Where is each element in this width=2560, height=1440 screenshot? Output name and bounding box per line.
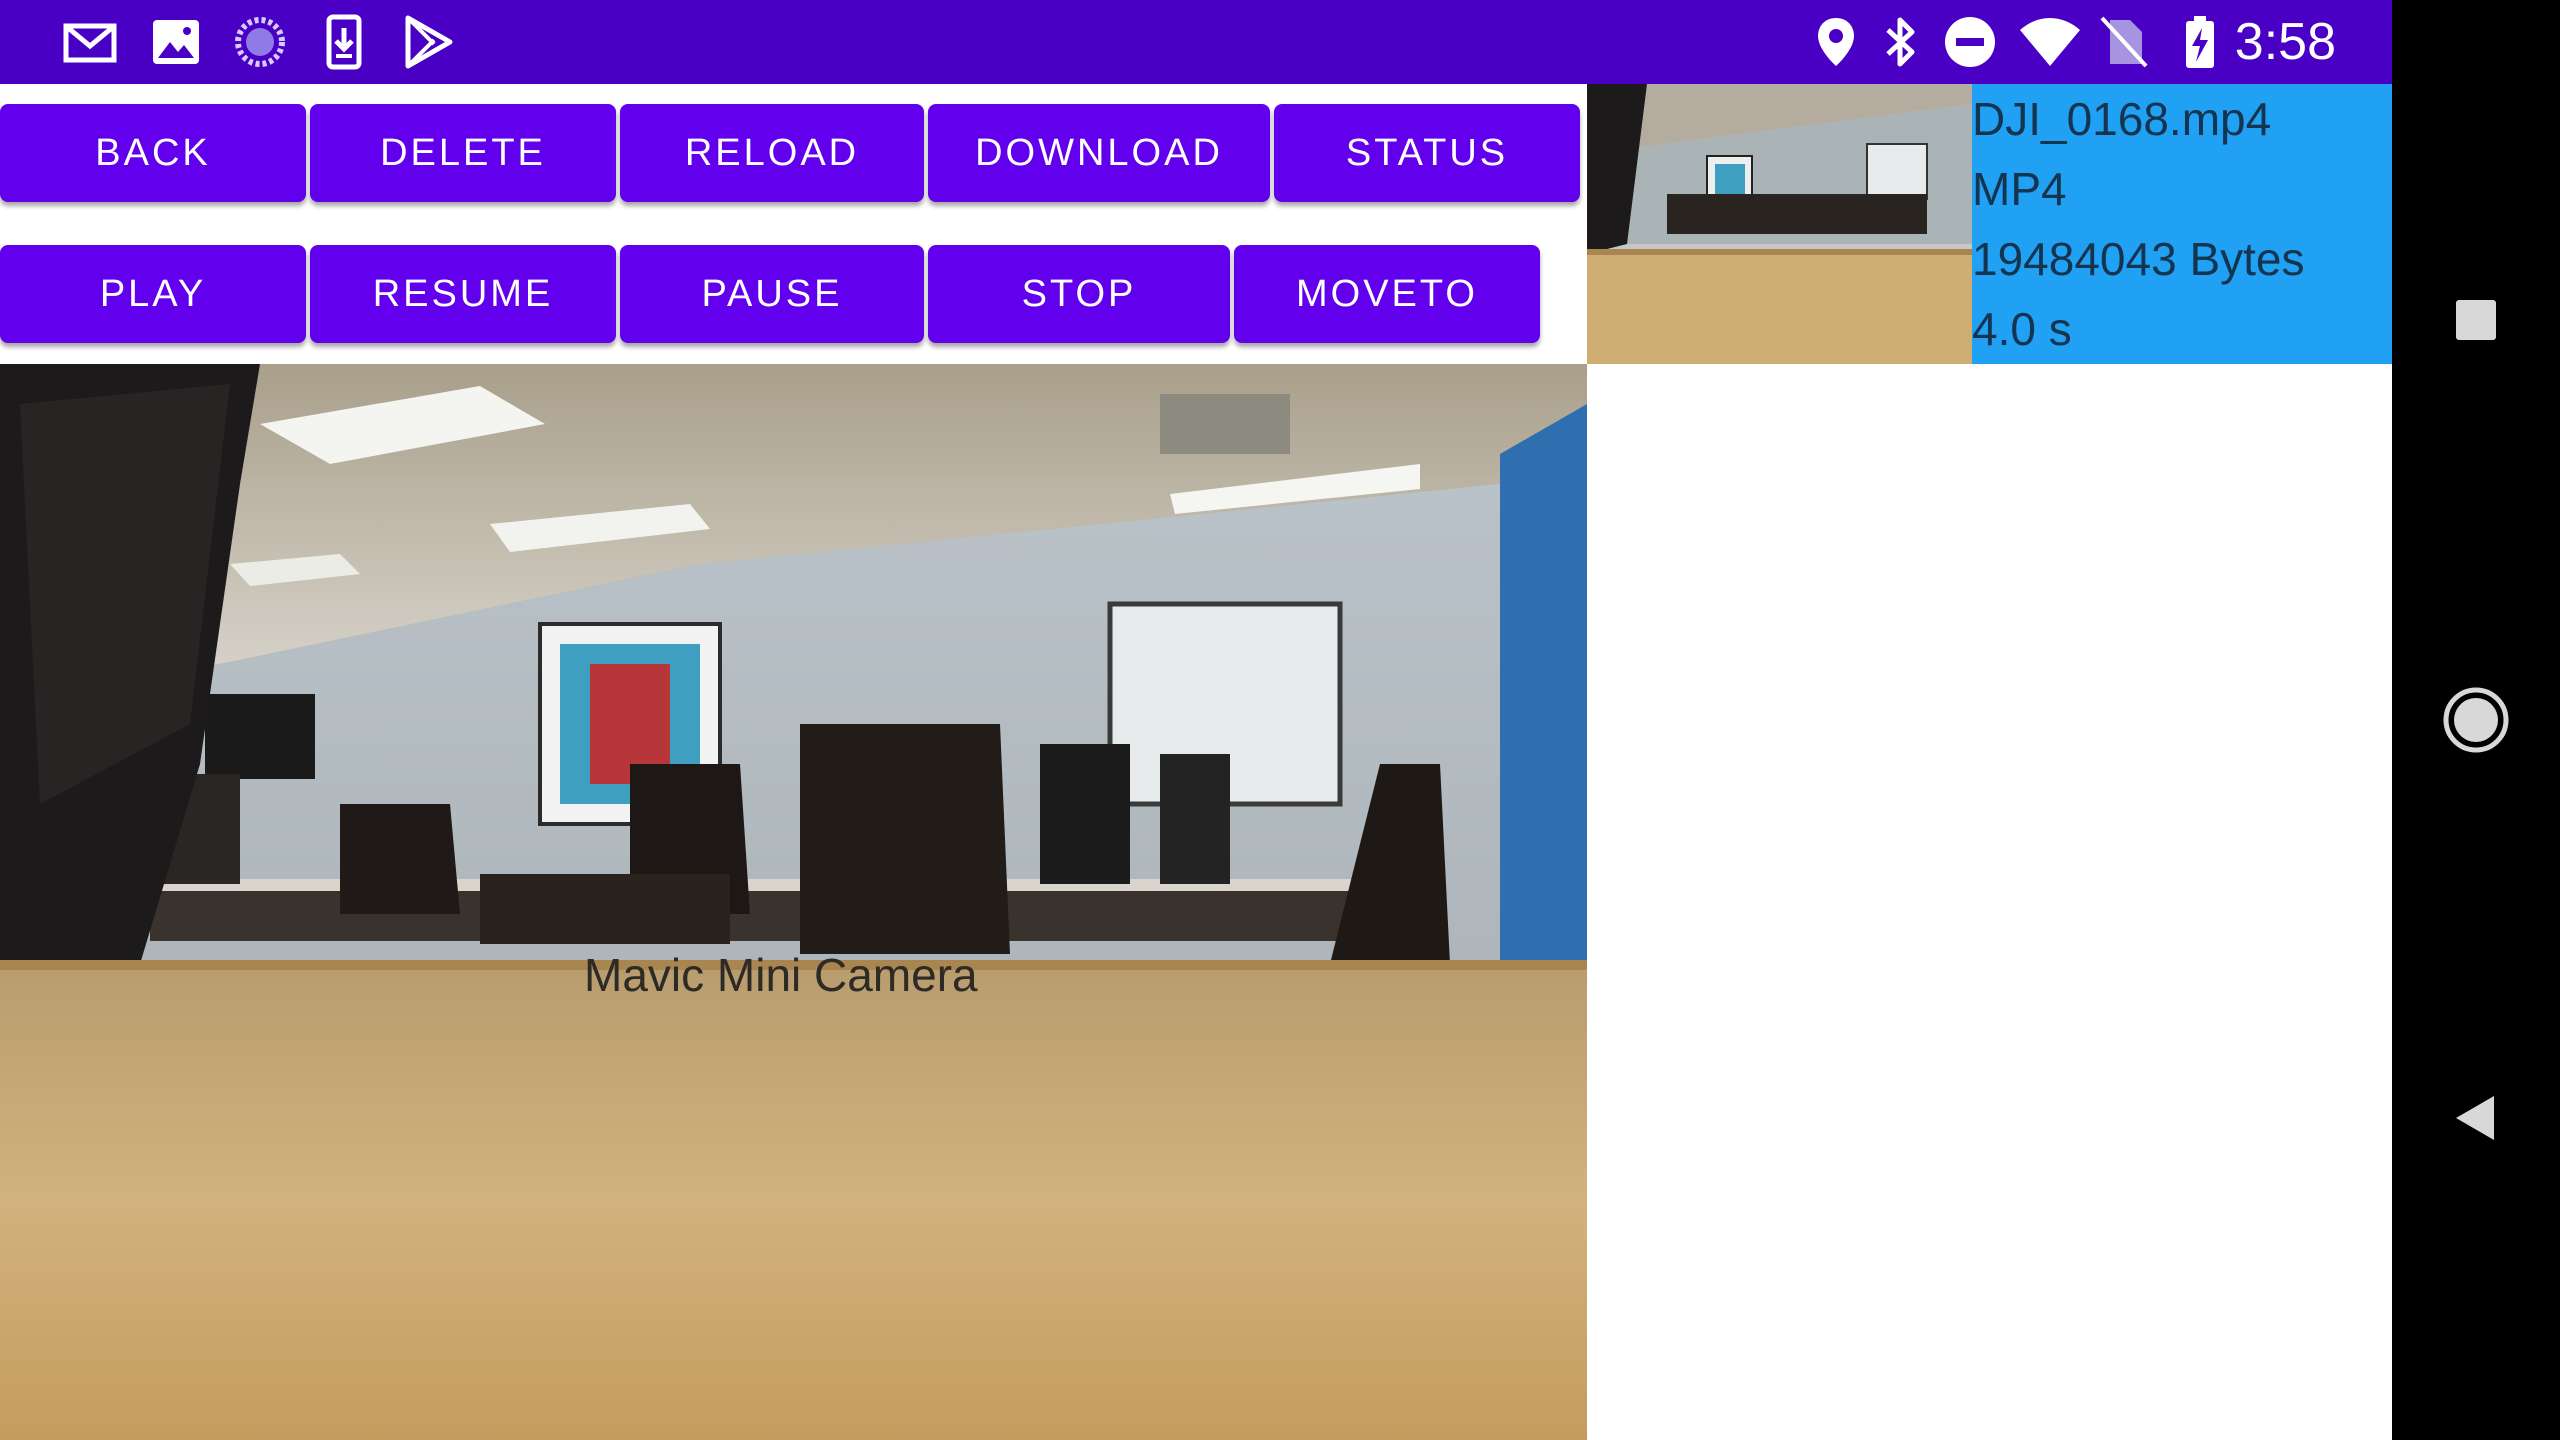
home-icon[interactable] xyxy=(2436,680,2516,760)
play-store-icon xyxy=(405,15,453,69)
back-button[interactable]: BACK xyxy=(0,104,306,202)
status-button[interactable]: STATUS xyxy=(1274,104,1580,202)
media-type: MP4 xyxy=(1972,163,2067,215)
back-icon[interactable] xyxy=(2436,1078,2516,1158)
pause-button[interactable]: PAUSE xyxy=(620,245,924,343)
resume-button[interactable]: RESUME xyxy=(310,245,616,343)
camera-label: Mavic Mini Camera xyxy=(584,949,978,1001)
battery-charging-icon xyxy=(2186,16,2214,68)
office-scene-image xyxy=(0,364,1587,1440)
no-sim-icon xyxy=(2100,16,2148,68)
sync-icon xyxy=(235,17,285,67)
recents-icon[interactable] xyxy=(2436,280,2516,360)
camera-preview[interactable]: Mavic Mini Camera xyxy=(0,364,1587,1440)
navigation-bar xyxy=(2392,0,2560,1440)
photos-icon xyxy=(153,20,199,64)
download-button[interactable]: DOWNLOAD xyxy=(928,104,1270,202)
media-filename: DJI_0168.mp4 xyxy=(1972,93,2272,145)
delete-button[interactable]: DELETE xyxy=(310,104,616,202)
media-thumbnail xyxy=(1587,84,1972,364)
download-icon xyxy=(326,14,362,70)
stop-button[interactable]: STOP xyxy=(928,245,1230,343)
do-not-disturb-icon xyxy=(1945,17,1995,67)
media-duration: 4.0 s xyxy=(1972,303,2072,355)
gmail-icon xyxy=(63,23,117,63)
clock: 3:58 xyxy=(2234,13,2336,71)
wifi-icon xyxy=(2020,18,2080,66)
media-list-item[interactable]: DJI_0168.mp4 MP4 19484043 Bytes 4.0 s xyxy=(1587,84,2392,364)
reload-button[interactable]: RELOAD xyxy=(620,104,924,202)
moveto-button[interactable]: MOVETO xyxy=(1234,245,1540,343)
status-bar: 3:58 xyxy=(0,0,2392,84)
media-size: 19484043 Bytes xyxy=(1972,233,2305,285)
bluetooth-icon xyxy=(1886,17,1915,67)
media-info: DJI_0168.mp4 MP4 19484043 Bytes 4.0 s xyxy=(1972,84,2392,364)
thumbnail-image xyxy=(1587,84,1972,364)
play-button[interactable]: PLAY xyxy=(0,245,306,343)
location-icon xyxy=(1818,18,1854,66)
